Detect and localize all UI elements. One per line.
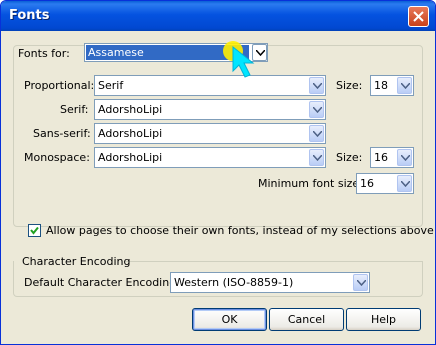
proportional-size-select[interactable]: 18: [370, 75, 414, 96]
fonts-for-label: Fonts for:: [18, 47, 70, 60]
monospace-value: AdorshoLipi: [98, 151, 163, 164]
monospace-size-select[interactable]: 16: [370, 147, 414, 168]
chevron-down-icon: [357, 280, 366, 286]
min-font-size-label: Minimum font size:: [258, 177, 363, 190]
chevron-down-icon: [313, 107, 322, 113]
character-encoding-group-title: Character Encoding: [22, 255, 131, 268]
fonts-dialog: Fonts Fonts for: Assamese Proportional: …: [0, 0, 436, 345]
window-title: Fonts: [9, 8, 50, 23]
monospace-label: Monospace:: [24, 151, 90, 164]
sans-serif-value: AdorshoLipi: [98, 127, 163, 140]
title-bar[interactable]: Fonts: [1, 1, 435, 31]
proportional-size-value: 18: [374, 79, 388, 92]
serif-select[interactable]: AdorshoLipi: [94, 99, 326, 120]
cursor-arrow-icon: [232, 45, 255, 78]
monospace-size-dropdown-arrow[interactable]: [397, 149, 412, 166]
default-encoding-label: Default Character Encoding:: [24, 276, 180, 289]
character-encoding-group-line: [124, 261, 423, 262]
chevron-down-icon: [401, 155, 410, 161]
chevron-down-icon: [401, 83, 410, 89]
sans-serif-dropdown-arrow[interactable]: [309, 125, 324, 142]
monospace-size-label: Size:: [336, 151, 363, 164]
serif-dropdown-arrow[interactable]: [309, 101, 324, 118]
sans-serif-select[interactable]: AdorshoLipi: [94, 123, 326, 144]
serif-label: Serif:: [60, 103, 89, 116]
proportional-size-label: Size:: [336, 79, 363, 92]
proportional-label: Proportional:: [24, 79, 95, 92]
chevron-down-icon: [313, 131, 322, 137]
default-encoding-dropdown-arrow[interactable]: [353, 274, 368, 291]
min-font-size-dropdown-arrow[interactable]: [397, 175, 412, 192]
monospace-dropdown-arrow[interactable]: [309, 149, 324, 166]
close-icon: [413, 11, 424, 22]
help-button[interactable]: Help: [346, 308, 421, 331]
ok-button[interactable]: OK: [192, 308, 267, 331]
monospace-size-value: 16: [374, 151, 388, 164]
chevron-down-icon: [401, 181, 410, 187]
close-button[interactable]: [408, 6, 429, 27]
default-encoding-select[interactable]: Western (ISO-8859-1): [170, 272, 370, 293]
min-font-size-value: 16: [360, 177, 374, 190]
dialog-body: Fonts for: Assamese Proportional: Serif …: [4, 31, 434, 341]
allow-pages-label[interactable]: Allow pages to choose their own fonts, i…: [46, 224, 434, 237]
cancel-button[interactable]: Cancel: [269, 308, 344, 331]
allow-pages-checkbox[interactable]: [28, 224, 41, 237]
monospace-select[interactable]: AdorshoLipi: [94, 147, 326, 168]
min-font-size-select[interactable]: 16: [356, 173, 414, 194]
default-encoding-value: Western (ISO-8859-1): [174, 276, 294, 289]
chevron-down-icon: [313, 83, 322, 89]
proportional-size-dropdown-arrow[interactable]: [397, 77, 412, 94]
proportional-dropdown-arrow[interactable]: [309, 77, 324, 94]
serif-value: AdorshoLipi: [98, 103, 163, 116]
proportional-select[interactable]: Serif: [94, 75, 326, 96]
proportional-value: Serif: [98, 79, 124, 92]
chevron-down-icon: [313, 155, 322, 161]
sans-serif-label: Sans-serif:: [33, 127, 91, 140]
checkmark-icon: [30, 226, 39, 235]
